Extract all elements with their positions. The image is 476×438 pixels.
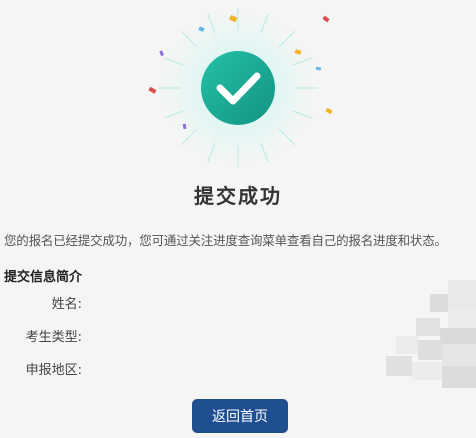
success-title: 提交成功 [194, 184, 282, 208]
field-label-candidate-type: 考生类型: [25, 330, 82, 345]
summary-heading: 提交信息简介 [4, 270, 83, 285]
success-message: 您的报名已经提交成功，您可通过关注进度查询菜单查看自己的报名进度和状态。 [4, 233, 447, 248]
field-label-region: 申报地区: [25, 363, 82, 378]
return-home-button[interactable]: 返回首页 [192, 399, 288, 433]
field-label-name: 姓名: [51, 297, 82, 312]
confetti-decoration [148, 14, 333, 130]
success-hero [0, 0, 476, 175]
redacted-values [386, 280, 476, 390]
